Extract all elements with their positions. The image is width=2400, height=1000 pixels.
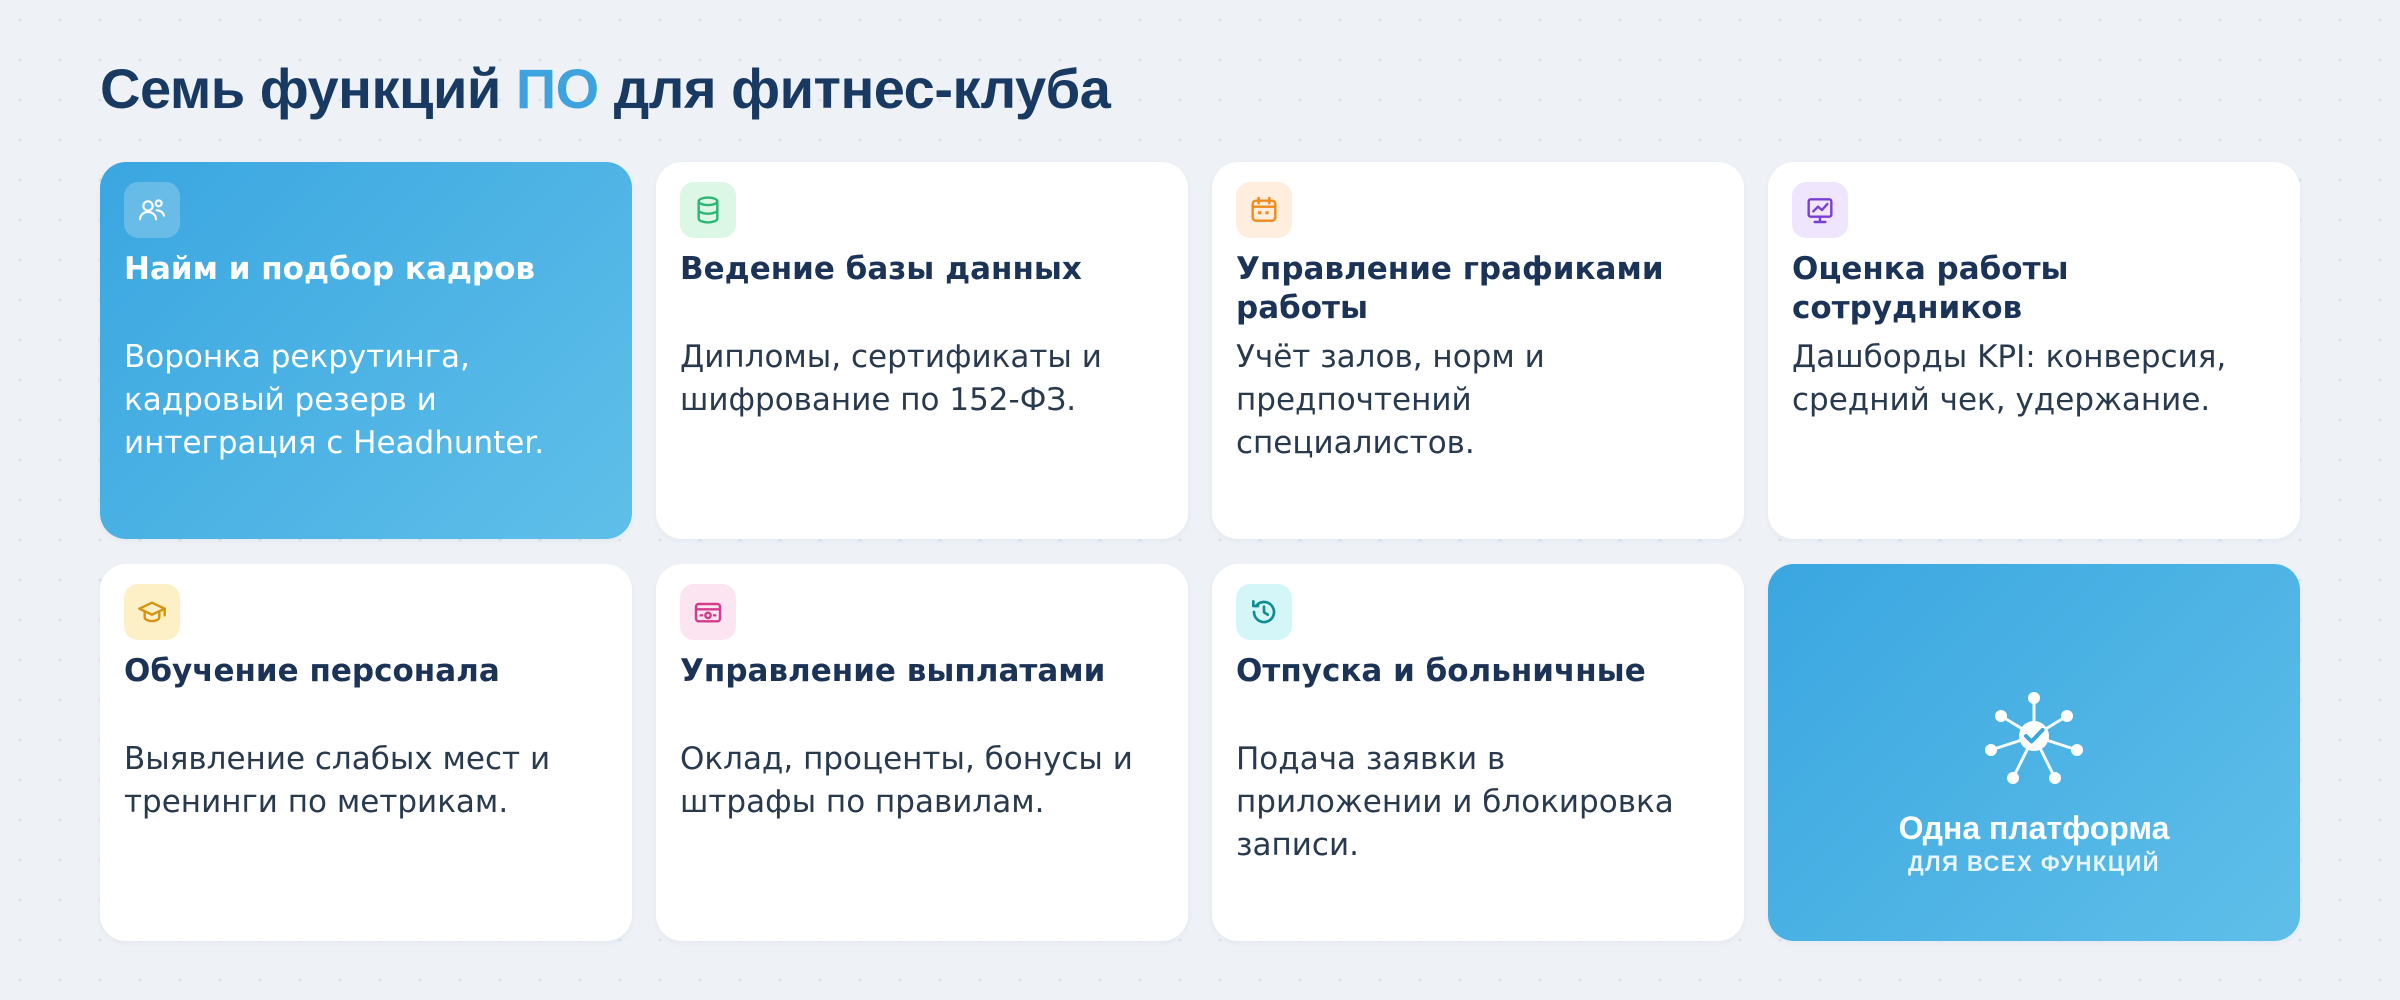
card-title: Отпуска и больничные [1236,653,1646,689]
wallet-icon [680,584,736,640]
card-description: Выявление слабых мест и тренинги по метр… [124,741,551,820]
card-description: Воронка рекрутинга, кадровый резерв и ин… [124,339,545,461]
platform-card[interactable]: Одна платформа ДЛЯ ВСЕХ ФУНКЦИЙ [1768,564,2300,941]
chart-icon [1792,182,1848,238]
history-icon [1236,584,1292,640]
feature-card-hiring[interactable]: Найм и подбор кадров Воронка рекрутинга,… [100,162,632,539]
feature-card-training[interactable]: Обучение персонала Выявление слабых мест… [100,564,632,941]
card-title: Обучение персонала [124,653,500,689]
card-title: Управление графиками работы [1236,251,1664,326]
card-title: Ведение базы данных [680,251,1082,287]
graduation-cap-icon [124,584,180,640]
card-description: Учёт залов, норм и предпочтений специали… [1236,339,1545,461]
title-accent: ПО [515,57,599,120]
feature-card-payroll[interactable]: Управление выплатами Оклад, проценты, бо… [656,564,1188,941]
feature-card-database[interactable]: Ведение базы данных Дипломы, сертификаты… [656,162,1188,539]
page-title: Семь функций ПО для фитнес-клуба [100,56,1111,121]
network-check-icon [1985,692,2083,784]
feature-card-schedules[interactable]: Управление графиками работы Учёт залов, … [1212,162,1744,539]
database-icon [680,182,736,238]
platform-title: Одна платформа [1898,810,2170,846]
card-title: Оценка работы сотрудников [1792,251,2069,326]
card-description: Оклад, проценты, бонусы и штрафы по прав… [680,741,1133,820]
title-text-start: Семь функций [100,57,516,120]
feature-grid: Найм и подбор кадров Воронка рекрутинга,… [100,162,2300,941]
card-title: Управление выплатами [680,653,1106,689]
card-title: Найм и подбор кадров [124,251,536,287]
card-description: Дипломы, сертификаты и шифрование по 152… [680,339,1102,418]
card-description: Дашборды KPI: конверсия, средний чек, уд… [1792,339,2227,418]
title-text-end: для фитнес-клуба [598,57,1111,120]
card-description: Подача заявки в приложении и блокировка … [1236,741,1674,863]
platform-subtitle: ДЛЯ ВСЕХ ФУНКЦИЙ [1907,851,2161,876]
calendar-icon [1236,182,1292,238]
feature-card-leave[interactable]: Отпуска и больничные Подача заявки в при… [1212,564,1744,941]
users-icon [124,182,180,238]
feature-card-performance[interactable]: Оценка работы сотрудников Дашборды KPI: … [1768,162,2300,539]
